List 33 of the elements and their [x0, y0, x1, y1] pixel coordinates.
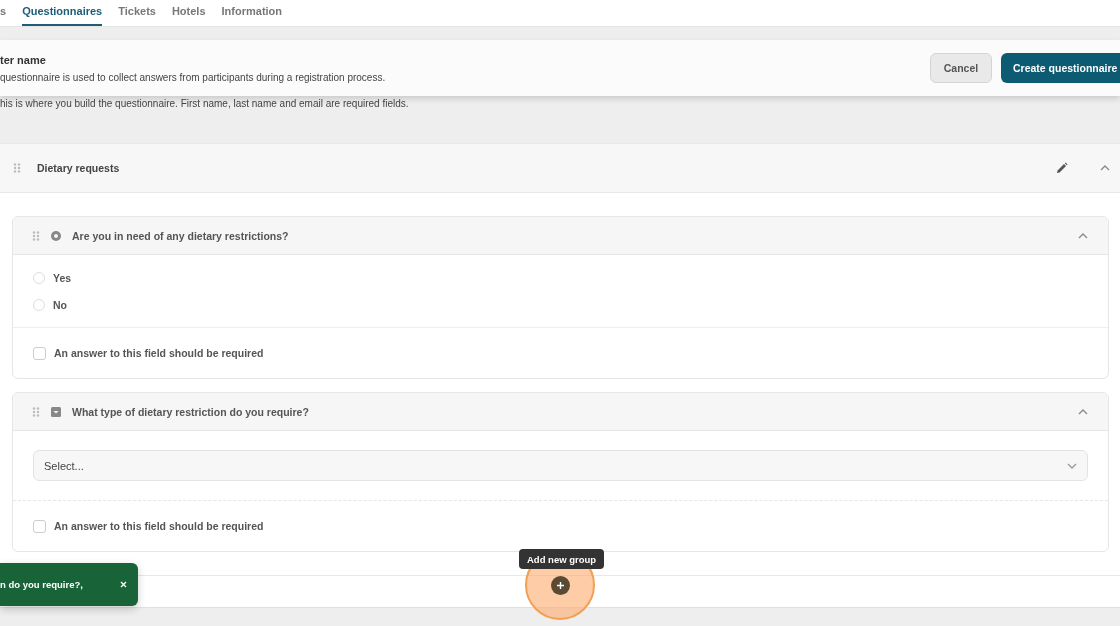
dropdown-chevron-icon [1067, 462, 1077, 469]
collapse-chevron-icon[interactable] [1078, 408, 1088, 415]
questionnaire-description: questionnaire is used to collect answers from participants during a registration process. [0, 71, 387, 83]
question-title: What type of dietary restriction do you require? [72, 405, 309, 418]
checkbox[interactable] [33, 346, 46, 360]
drag-handle-icon[interactable] [32, 230, 40, 241]
tab[interactable]: s [0, 0, 7, 26]
checkbox-label: An answer to this field should be required [54, 520, 264, 532]
checkbox-label: An answer to this field should be required [54, 347, 264, 359]
question-title: Are you in need of any dietary restrictions? [72, 229, 289, 242]
tab[interactable]: Hotels [171, 0, 206, 26]
create-button[interactable]: Create questionnaire [1001, 53, 1120, 83]
edit-icon[interactable] [1056, 162, 1068, 174]
drag-handle-icon[interactable] [32, 406, 40, 417]
option-label: No [53, 299, 67, 311]
toast-message: n do you require?, [0, 579, 83, 590]
tooltip: Add new group [519, 549, 605, 569]
cancel-button[interactable]: Cancel [930, 53, 992, 83]
select-field[interactable]: Select... [33, 450, 1088, 481]
option-label: Yes [53, 272, 72, 284]
radio-type-icon [51, 230, 61, 241]
dropdown-type-icon [51, 406, 61, 417]
tab[interactable]: Information [221, 0, 283, 26]
questionnaire-title: ter name [0, 53, 47, 66]
tab[interactable]: Tickets [118, 0, 156, 26]
close-icon[interactable] [120, 581, 127, 588]
checkbox[interactable] [33, 519, 46, 533]
collapse-chevron-icon[interactable] [1078, 232, 1088, 239]
collapse-chevron-icon[interactable] [1100, 165, 1110, 171]
drag-handle-icon[interactable] [13, 163, 21, 173]
plus-icon [556, 581, 565, 590]
group-title: Dietary requests [37, 162, 120, 174]
intro-text: his is where you build the questionnaire. First name, last name and email are required fields. [0, 97, 410, 109]
